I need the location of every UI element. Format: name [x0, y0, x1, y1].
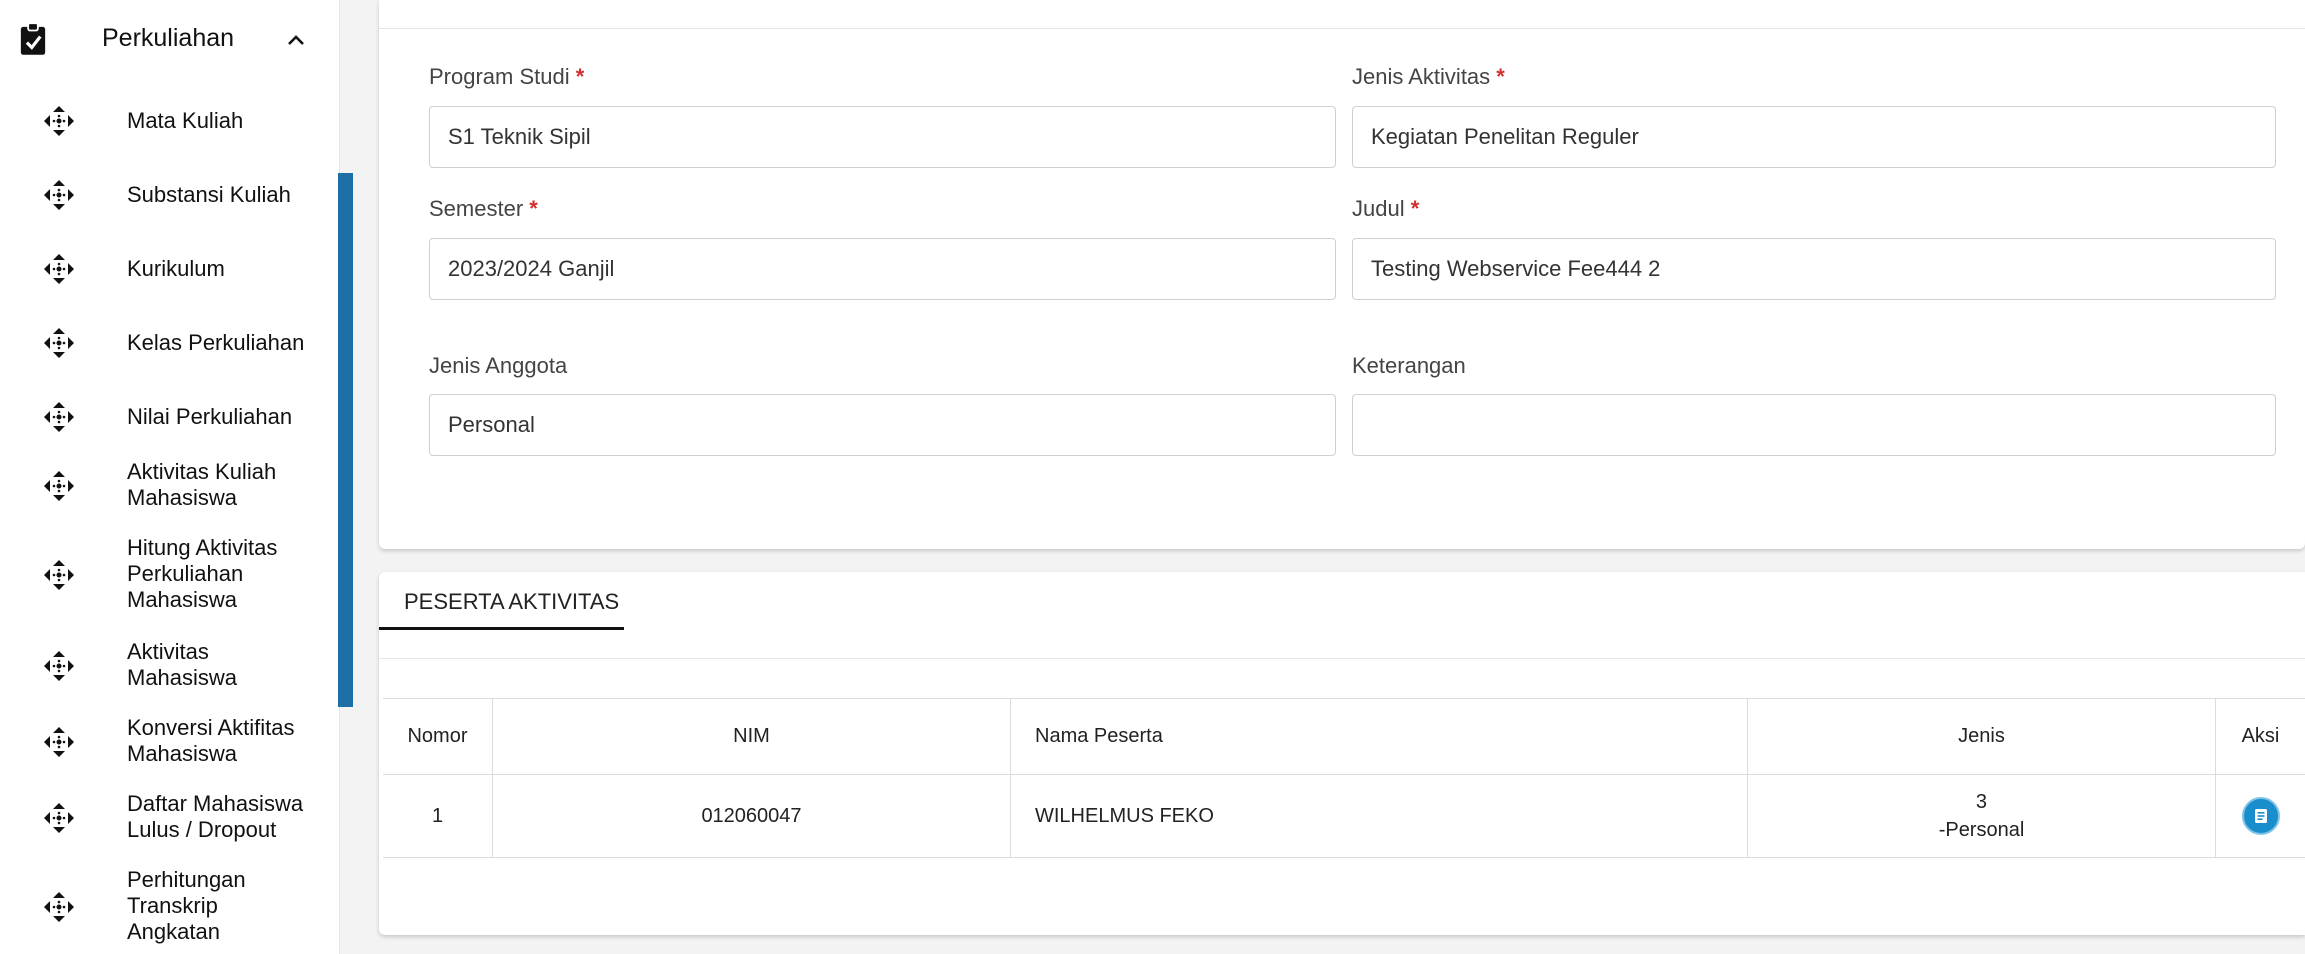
jenis-anggota-label: Jenis Anggota [429, 353, 567, 379]
sidebar-scrollbar[interactable] [338, 173, 353, 707]
sidebar-item-label: Perhitungan Transkrip Angkatan [127, 867, 246, 944]
view-detail-button[interactable] [2241, 797, 2280, 835]
keterangan-label-text: Keterangan [1352, 353, 1466, 378]
table-row: 1 012060047 WILHELMUS FEKO 3 -Personal [383, 774, 2305, 858]
keterangan-field[interactable] [1352, 394, 2276, 456]
arrows-move-icon [44, 803, 74, 833]
activity-form-card: Program Studi * S1 Teknik Sipil Jenis Ak… [379, 0, 2305, 549]
column-header-aksi: Aksi [2241, 725, 2280, 747]
required-mark: * [1496, 64, 1505, 89]
semester-label: Semester * [429, 196, 538, 222]
arrows-move-icon [44, 560, 74, 590]
tab-peserta-aktivitas[interactable]: PESERTA AKTIVITAS [379, 572, 624, 630]
jenis-code: 3 [1975, 791, 1988, 813]
required-mark: * [529, 196, 538, 221]
clipboard-check-icon [20, 22, 46, 55]
cell-jenis: 3 -Personal [1748, 775, 2216, 857]
judul-label-text: Judul [1352, 196, 1405, 221]
sidebar-section-perkuliahan[interactable]: Perkuliahan [0, 0, 330, 80]
cell-nomor: 1 [383, 775, 493, 857]
required-mark: * [1410, 196, 1420, 221]
chevron-up-icon[interactable] [284, 28, 308, 52]
document-list-icon [2254, 809, 2267, 823]
sidebar-item-kurikulum[interactable]: Kurikulum [0, 246, 330, 292]
sidebar-item-label: Kelas Perkuliahan [127, 330, 305, 355]
sidebar: Perkuliahan Mata Kuliah Substansi Kuliah… [0, 0, 340, 954]
sidebar-item-label: Hitung Aktivitas Perkuliahan Mahasiswa [127, 535, 278, 612]
keterangan-label: Keterangan [1352, 353, 1466, 379]
judul-label: Judul * [1352, 196, 1419, 222]
sidebar-item-mata-kuliah[interactable]: Mata Kuliah [0, 98, 330, 144]
sidebar-item-label: Aktivitas Kuliah Mahasiswa [127, 459, 277, 510]
jenis-type: -Personal [1938, 819, 2025, 841]
sidebar-item-label: Nilai Perkuliahan [127, 404, 293, 429]
program-studi-label-text: Program Studi [429, 64, 570, 89]
sidebar-section-title: Perkuliahan [102, 24, 235, 52]
semester-field[interactable]: 2023/2024 Ganjil [429, 238, 1336, 300]
table-header: Nomor NIM Nama Peserta Jenis Aksi [383, 698, 2305, 774]
arrows-move-icon [44, 328, 74, 358]
required-mark: * [575, 64, 585, 89]
sidebar-item-label: Aktivitas Mahasiswa [127, 639, 238, 690]
divider [379, 28, 2305, 29]
jenis-anggota-field[interactable]: Personal [429, 394, 1336, 456]
sidebar-item-aktivitas-kuliah-mahasiswa[interactable]: Aktivitas Kuliah Mahasiswa [0, 458, 330, 514]
program-studi-label: Program Studi * [429, 64, 584, 90]
sidebar-item-label: Substansi Kuliah [127, 182, 291, 207]
sidebar-item-daftar-mahasiswa-lulus[interactable]: Daftar Mahasiswa Lulus / Dropout [0, 790, 330, 846]
sidebar-item-nilai-perkuliahan[interactable]: Nilai Perkuliahan [0, 394, 330, 440]
semester-label-text: Semester [429, 196, 524, 221]
sidebar-item-label: Kurikulum [127, 256, 225, 281]
jenis-aktivitas-label: Jenis Aktivitas * [1352, 64, 1505, 90]
sidebar-item-label: Daftar Mahasiswa Lulus / Dropout [127, 791, 304, 842]
sidebar-item-konversi-aktifitas[interactable]: Konversi Aktifitas Mahasiswa [0, 714, 330, 770]
jenis-aktivitas-field[interactable]: Kegiatan Penelitan Reguler [1352, 106, 2276, 168]
arrows-move-icon [44, 471, 74, 501]
column-header-jenis: Jenis [1748, 699, 2216, 774]
arrows-move-icon [44, 180, 74, 210]
arrows-move-icon [44, 727, 74, 757]
cell-nama-peserta: WILHELMUS FEKO [1011, 775, 1748, 857]
jenis-stack: 3 -Personal [1939, 788, 2025, 844]
arrows-move-icon [44, 892, 74, 922]
sidebar-item-substansi-kuliah[interactable]: Substansi Kuliah [0, 172, 330, 218]
peserta-aktivitas-card: PESERTA AKTIVITAS Nomor NIM Nama Peserta… [379, 572, 2305, 935]
program-studi-field[interactable]: S1 Teknik Sipil [429, 106, 1336, 168]
cell-nim: 012060047 [493, 775, 1011, 857]
sidebar-item-kelas-perkuliahan[interactable]: Kelas Perkuliahan [0, 320, 330, 366]
arrows-move-icon [44, 651, 74, 681]
sidebar-item-aktivitas-mahasiswa[interactable]: Aktivitas Mahasiswa [0, 638, 330, 694]
arrows-move-icon [44, 254, 74, 284]
sidebar-item-label: Konversi Aktifitas Mahasiswa [127, 715, 295, 766]
jenis-anggota-label-text: Jenis Anggota [429, 353, 568, 378]
sidebar-item-perhitungan-transkrip[interactable]: Perhitungan Transkrip Angkatan [0, 866, 330, 950]
column-header-nim: NIM [493, 699, 1011, 774]
column-header-nama: Nama Peserta [1011, 699, 1748, 774]
sidebar-item-hitung-aktivitas[interactable]: Hitung Aktivitas Perkuliahan Mahasiswa [0, 534, 330, 616]
peserta-table: Nomor NIM Nama Peserta Jenis Aksi 1 0120… [383, 698, 2305, 858]
jenis-aktivitas-label-text: Jenis Aktivitas [1352, 64, 1491, 89]
sidebar-item-label: Mata Kuliah [127, 108, 244, 133]
judul-field[interactable]: Testing Webservice Fee444 2 [1352, 238, 2276, 300]
cell-aksi [2216, 775, 2305, 857]
column-header-nomor: Nomor [383, 699, 493, 774]
divider [379, 658, 2305, 659]
arrows-move-icon [44, 106, 74, 136]
arrows-move-icon [44, 402, 74, 432]
